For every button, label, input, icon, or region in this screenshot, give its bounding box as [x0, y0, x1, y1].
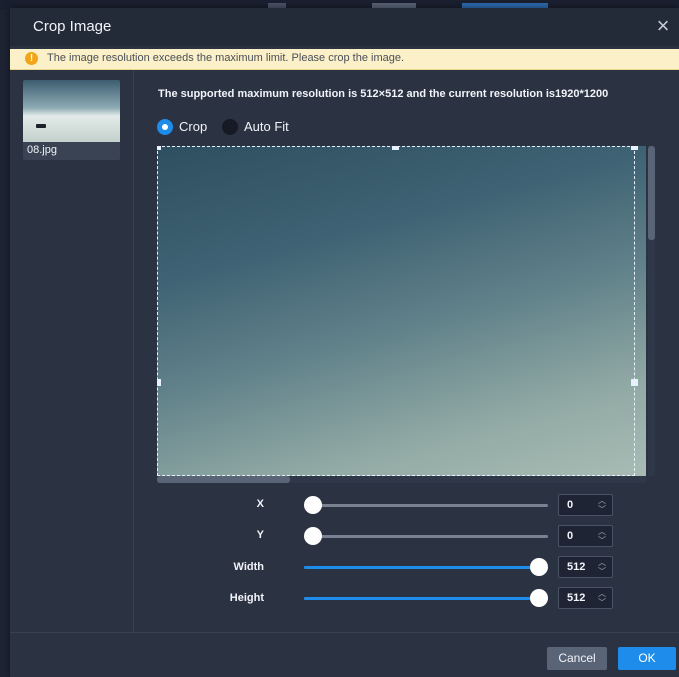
stepper-arrows-icon[interactable]: ︿ ﹀ [597, 558, 607, 576]
vertical-scrollbar-thumb[interactable] [648, 146, 655, 240]
crop-handle-top-left[interactable] [157, 146, 161, 150]
y-stepper[interactable]: 0 ︿ ﹀ [558, 525, 613, 547]
stepper-arrows-icon[interactable]: ︿ ﹀ [597, 496, 607, 514]
slider-y-track[interactable] [304, 527, 548, 545]
width-stepper[interactable]: 512 ︿ ﹀ [558, 556, 613, 578]
thumbnail-image [23, 80, 120, 142]
radio-crop-label: Crop [179, 119, 208, 134]
crop-handle-top-right[interactable] [631, 146, 638, 150]
slider-height-knob[interactable] [530, 589, 548, 607]
slider-y-label: Y [256, 529, 264, 541]
dialog-title: Crop Image [33, 18, 112, 35]
slider-height-label: Height [229, 592, 264, 604]
width-value: 512 [567, 561, 586, 573]
stepper-arrows-icon[interactable]: ︿ ﹀ [597, 589, 607, 607]
slider-width-track[interactable] [304, 558, 548, 576]
slider-height-track[interactable] [304, 589, 548, 607]
cancel-button[interactable]: Cancel [547, 647, 607, 670]
image-thumbnail[interactable]: 08.jpg [23, 80, 120, 160]
crop-handle-left[interactable] [157, 379, 161, 386]
canvas-horizontal-scrollbar[interactable] [157, 476, 646, 483]
radio-unselected-icon [222, 119, 238, 135]
horizontal-scrollbar-thumb[interactable] [157, 476, 290, 483]
boat-shape [36, 124, 46, 128]
slider-x-knob[interactable] [304, 496, 322, 514]
dialog-titlebar: Crop Image × [10, 8, 679, 46]
slider-y-knob[interactable] [304, 527, 322, 545]
slider-x-label: X [256, 498, 264, 510]
height-value: 512 [567, 592, 586, 604]
warning-text: The image resolution exceeds the maximum… [47, 52, 405, 64]
canvas-vertical-scrollbar[interactable] [648, 146, 655, 476]
resolution-info: The supported maximum resolution is 512×… [158, 88, 609, 100]
radio-auto-fit-label: Auto Fit [244, 119, 289, 134]
crop-handle-top[interactable] [392, 146, 399, 150]
warning-banner: ! The image resolution exceeds the maxim… [10, 49, 679, 70]
close-icon[interactable]: × [651, 14, 675, 38]
ok-button[interactable]: OK [618, 647, 676, 670]
image-list-panel: 08.jpg [10, 70, 134, 632]
slider-width-label: Width [233, 561, 264, 573]
warning-icon: ! [25, 52, 38, 65]
crop-image-dialog: Crop Image × ! The image resolution exce… [10, 8, 679, 677]
x-value: 0 [567, 499, 574, 511]
footer-divider [10, 632, 679, 633]
x-stepper[interactable]: 0 ︿ ﹀ [558, 494, 613, 516]
height-stepper[interactable]: 512 ︿ ﹀ [558, 587, 613, 609]
slider-width-knob[interactable] [530, 558, 548, 576]
slider-height-fill [304, 597, 548, 600]
crop-canvas[interactable] [157, 146, 646, 476]
radio-selected-icon [157, 119, 173, 135]
stepper-arrows-icon[interactable]: ︿ ﹀ [597, 527, 607, 545]
y-value: 0 [567, 530, 574, 542]
slider-x-track[interactable] [304, 496, 548, 514]
thumbnail-filename: 08.jpg [27, 144, 57, 156]
crop-handle-right[interactable] [631, 379, 638, 386]
slider-width-fill [304, 566, 548, 569]
crop-selection-box[interactable] [157, 146, 638, 476]
